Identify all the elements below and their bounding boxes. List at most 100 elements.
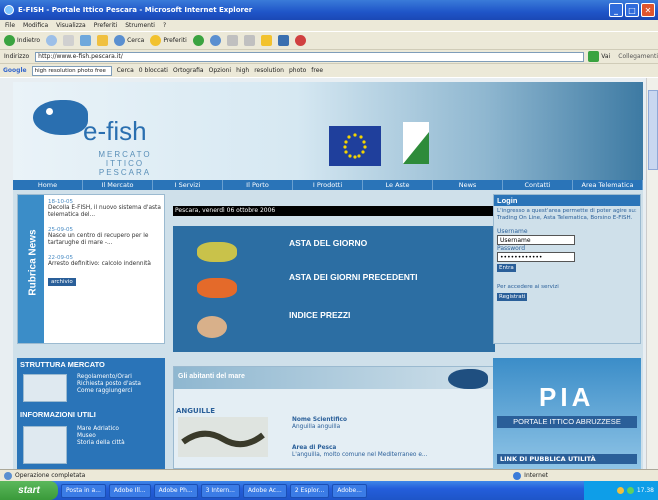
- date-bar: Pescara, venerdì 06 ottobre 2006: [173, 206, 495, 216]
- nav-news[interactable]: News: [433, 180, 503, 190]
- ie-icon: [4, 5, 14, 15]
- nav-home[interactable]: Home: [13, 180, 83, 190]
- rubrica-news-panel: Rubrica News 18-10-05 Decolla E-FISH, il…: [17, 194, 165, 344]
- link-museo[interactable]: Museo: [77, 433, 125, 440]
- google-search-button[interactable]: Cerca: [117, 67, 134, 74]
- site-header: e-fish MERCATO ITTICO PESCARA: [13, 82, 643, 180]
- forward-arrow-icon[interactable]: [46, 35, 58, 46]
- close-button[interactable]: ✕: [641, 3, 655, 17]
- nav-servizi[interactable]: I Servizi: [153, 180, 223, 190]
- google-search-input[interactable]: high resolution photo free: [31, 65, 112, 76]
- search-button[interactable]: Cerca: [114, 35, 144, 46]
- menu-modifica[interactable]: Modifica: [23, 22, 48, 29]
- nav-porto[interactable]: Il Porto: [223, 180, 293, 190]
- link-regolamento[interactable]: Regolamento/Orari: [77, 374, 141, 381]
- edit-icon[interactable]: [260, 35, 272, 46]
- link-mare-adriatico[interactable]: Mare Adriatico: [77, 426, 125, 433]
- nav-contatti[interactable]: Contatti: [503, 180, 573, 190]
- spellcheck-button[interactable]: Ortografia: [173, 67, 204, 74]
- menu-help[interactable]: ?: [163, 22, 166, 29]
- link-richiesta-posto[interactable]: Richiesta posto d'asta: [77, 381, 141, 388]
- taskbar-item[interactable]: Posta in a...: [61, 483, 106, 498]
- highlight-high[interactable]: high: [236, 67, 249, 74]
- start-button[interactable]: start: [0, 481, 58, 500]
- highlight-photo[interactable]: photo: [289, 67, 306, 74]
- menu-visualizza[interactable]: Visualizza: [56, 22, 86, 29]
- toolbar: Indietro Cerca Preferiti: [0, 31, 658, 49]
- link-storia-citta[interactable]: Storia della città: [77, 440, 125, 447]
- asta-giorno-link[interactable]: ASTA DEL GIORNO: [173, 234, 495, 270]
- news-item[interactable]: 18-10-05 Decolla E-FISH, il nuovo sistem…: [48, 199, 162, 219]
- logo-text[interactable]: e-fish: [83, 116, 147, 147]
- address-input[interactable]: http://www.e-fish.pescara.it/: [35, 51, 585, 62]
- favorites-button[interactable]: Preferiti: [150, 35, 187, 46]
- ie-window: E-FISH - Portale Ittico Pescara - Micros…: [0, 0, 658, 500]
- link-pubblica-utilita[interactable]: LINK DI PUBBLICA UTILITÀ: [497, 454, 637, 464]
- nav-mercato[interactable]: Il Mercato: [83, 180, 153, 190]
- nav-area-telematica[interactable]: Area Telematica: [573, 180, 643, 190]
- highlight-resolution[interactable]: resolution: [254, 67, 284, 74]
- back-button[interactable]: Indietro: [4, 35, 40, 46]
- pia-banner[interactable]: PIA PORTALE ITTICO ABRUZZESE LINK DI PUB…: [493, 358, 641, 469]
- fish-yellow-icon: [197, 242, 237, 262]
- stop-icon[interactable]: [63, 35, 75, 46]
- options-button[interactable]: Opzioni: [209, 67, 232, 74]
- tray-icon[interactable]: [626, 487, 634, 494]
- menu-bar: File Modifica Visualizza Preferiti Strum…: [0, 20, 658, 31]
- password-field[interactable]: [497, 252, 575, 262]
- title-bar: E-FISH - Portale Ittico Pescara - Micros…: [0, 0, 658, 20]
- username-field[interactable]: [497, 235, 575, 245]
- abitanti-title: Gli abitanti del mare: [174, 367, 494, 389]
- entra-button[interactable]: Entra: [497, 264, 516, 272]
- menu-file[interactable]: File: [5, 22, 15, 29]
- page-done-icon: [4, 471, 12, 480]
- refresh-icon[interactable]: [80, 35, 92, 46]
- menu-strumenti[interactable]: Strumenti: [125, 22, 155, 29]
- eel-image: [178, 417, 268, 457]
- fishing-area: Area di Pesca L'anguilla, molto comune n…: [292, 445, 428, 458]
- lighthouse-image: [23, 426, 67, 464]
- registrati-button[interactable]: Registrati: [497, 293, 528, 301]
- status-text: Operazione completata: [15, 472, 86, 479]
- menu-preferiti[interactable]: Preferiti: [94, 22, 118, 29]
- address-bar: Indirizzo http://www.e-fish.pescara.it/ …: [0, 49, 658, 63]
- regione-abruzzo-logo: [401, 112, 431, 166]
- taskbar-item[interactable]: 3 Intern...: [200, 483, 240, 498]
- taskbar-item[interactable]: Adobe Ill...: [108, 483, 151, 498]
- google-logo: Google: [3, 67, 27, 74]
- link-come-raggiungerci[interactable]: Come raggiungerci: [77, 388, 141, 395]
- asta-giorni-precedenti-link[interactable]: ASTA DEI GIORNI PRECEDENTI: [173, 272, 495, 308]
- news-item[interactable]: 25-09-05 Nasce un centro di recupero per…: [48, 227, 162, 247]
- go-button[interactable]: Vai: [588, 51, 610, 62]
- links-label[interactable]: Collegamenti: [618, 53, 658, 60]
- history-icon[interactable]: [209, 35, 221, 46]
- media-icon[interactable]: [192, 35, 204, 46]
- nav-aste[interactable]: Le Aste: [363, 180, 433, 190]
- popup-blocker[interactable]: 0 bloccati: [139, 67, 168, 74]
- highlight-free[interactable]: free: [311, 67, 323, 74]
- indice-prezzi-link[interactable]: INDICE PREZZI: [173, 310, 495, 346]
- maximize-button[interactable]: □: [625, 3, 639, 17]
- mail-icon[interactable]: [226, 35, 238, 46]
- news-item[interactable]: 22-09-05 Arresto definitivo: calcolo ind…: [48, 255, 162, 268]
- username-label: Username: [497, 228, 528, 235]
- home-icon[interactable]: [97, 35, 109, 46]
- discuss-icon[interactable]: [277, 35, 289, 46]
- nav-prodotti[interactable]: I Prodotti: [293, 180, 363, 190]
- minimize-button[interactable]: _: [609, 3, 623, 17]
- taskbar-item[interactable]: Adobe Ac...: [242, 483, 287, 498]
- struttura-mercato-panel: STRUTTURA MERCATO Regolamento/Orari Rich…: [17, 358, 165, 469]
- scrollbar-thumb[interactable]: [648, 90, 658, 170]
- taskbar-item[interactable]: Adobe Ph...: [153, 483, 198, 498]
- archivio-button[interactable]: archivio: [48, 278, 76, 286]
- back-arrow-icon: [4, 35, 15, 46]
- print-icon[interactable]: [243, 35, 255, 46]
- messenger-icon[interactable]: [294, 35, 306, 46]
- security-zone: Internet: [524, 472, 548, 479]
- tray-icon[interactable]: [616, 487, 624, 494]
- taskbar-item[interactable]: 2 Esplor...: [289, 483, 330, 498]
- taskbar-item[interactable]: Adobe...: [332, 483, 367, 498]
- vertical-scrollbar[interactable]: [646, 78, 658, 469]
- star-icon: [150, 35, 162, 46]
- info-utili-title: INFORMAZIONI UTILI: [20, 410, 96, 419]
